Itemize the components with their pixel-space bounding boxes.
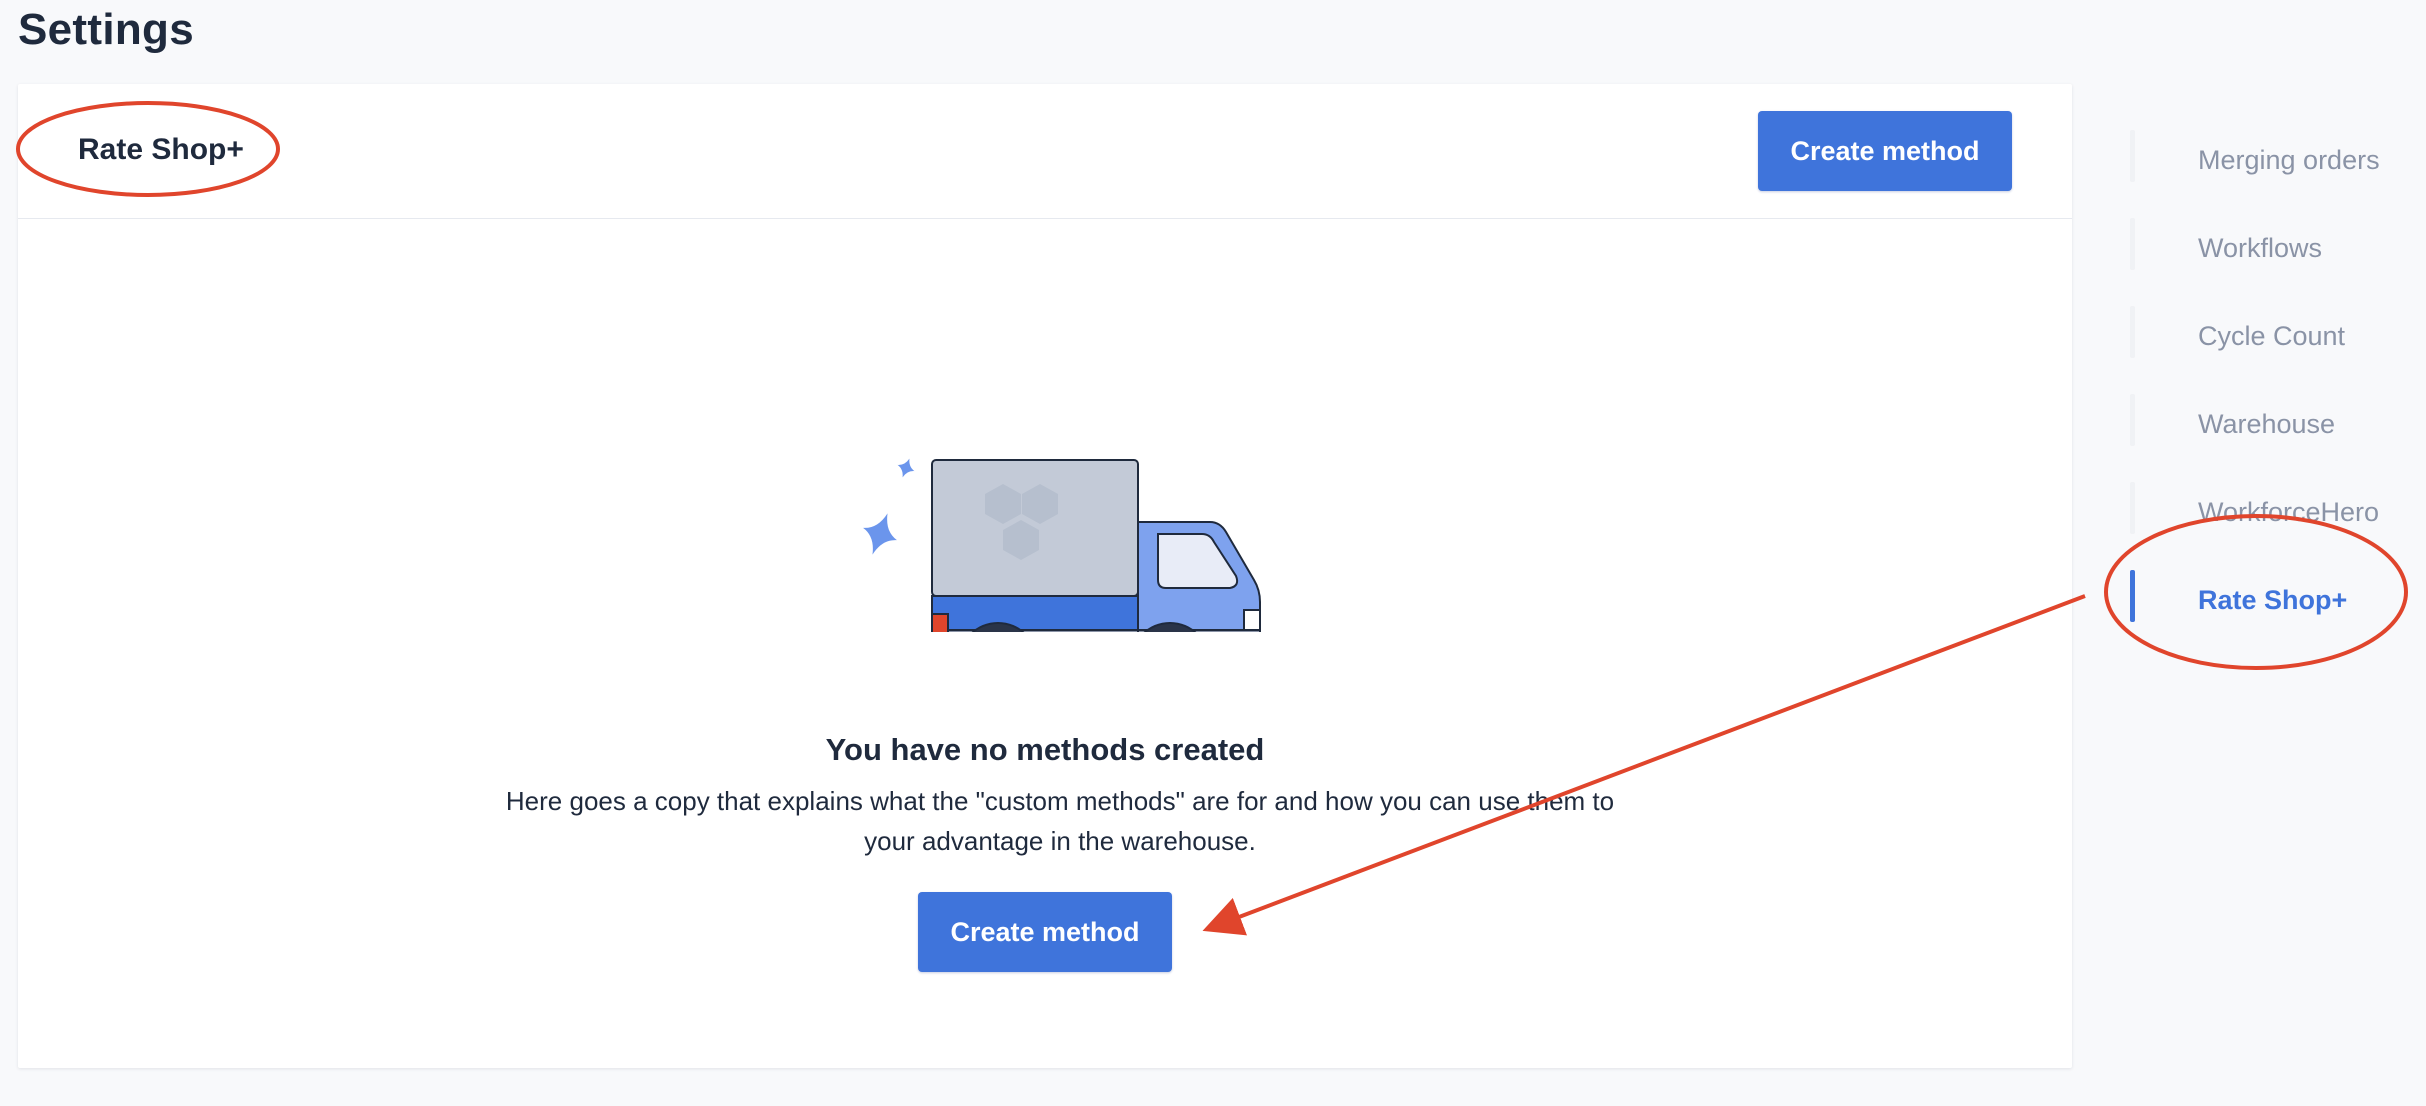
nav-indicator	[2130, 130, 2135, 182]
sidebar-item-workflows[interactable]: Workflows	[2130, 204, 2426, 292]
sparkle-large-icon	[863, 513, 897, 555]
nav-indicator	[2130, 306, 2135, 358]
sidebar-item-label: Cycle Count	[2198, 320, 2346, 351]
page-title: Settings	[18, 5, 194, 54]
card-title: Rate Shop+	[78, 133, 244, 166]
sidebar-item-workforcehero[interactable]: WorkforceHero	[2130, 468, 2426, 556]
sidebar-item-warehouse[interactable]: Warehouse	[2130, 380, 2426, 468]
sidebar-item-label: Rate Shop+	[2198, 584, 2348, 615]
sidebar-item-merging-orders[interactable]: Merging orders	[2130, 116, 2426, 204]
sparkle-small-icon	[897, 458, 915, 478]
nav-indicator	[2130, 482, 2135, 534]
sidebar-item-cycle-count[interactable]: Cycle Count	[2130, 292, 2426, 380]
sidebar-item-label: Workflows	[2198, 232, 2323, 263]
sidebar-item-label: Warehouse	[2198, 408, 2336, 439]
truck-illustration	[863, 458, 1261, 632]
sidebar-item-label: Merging orders	[2198, 144, 2380, 175]
empty-state-description: Here goes a copy that explains what the …	[505, 786, 1615, 856]
nav-indicator	[2130, 218, 2135, 270]
header-create-method-button[interactable]: Create method	[1758, 111, 2012, 191]
sidebar-item-rate-shop[interactable]: Rate Shop+	[2130, 556, 2426, 644]
empty-state-create-method-button[interactable]: Create method	[918, 892, 1172, 972]
sidebar-item-label: WorkforceHero	[2198, 496, 2380, 527]
nav-active-indicator	[2130, 570, 2135, 622]
rate-shop-card: Rate Shop+ Create method You have no met…	[18, 84, 2072, 1068]
settings-side-nav: Merging orders Workflows Cycle Count War…	[2130, 116, 2426, 644]
card-header: Rate Shop+ Create method	[18, 84, 2072, 219]
nav-indicator	[2130, 394, 2135, 446]
empty-state-title: You have no methods created	[825, 732, 1265, 767]
